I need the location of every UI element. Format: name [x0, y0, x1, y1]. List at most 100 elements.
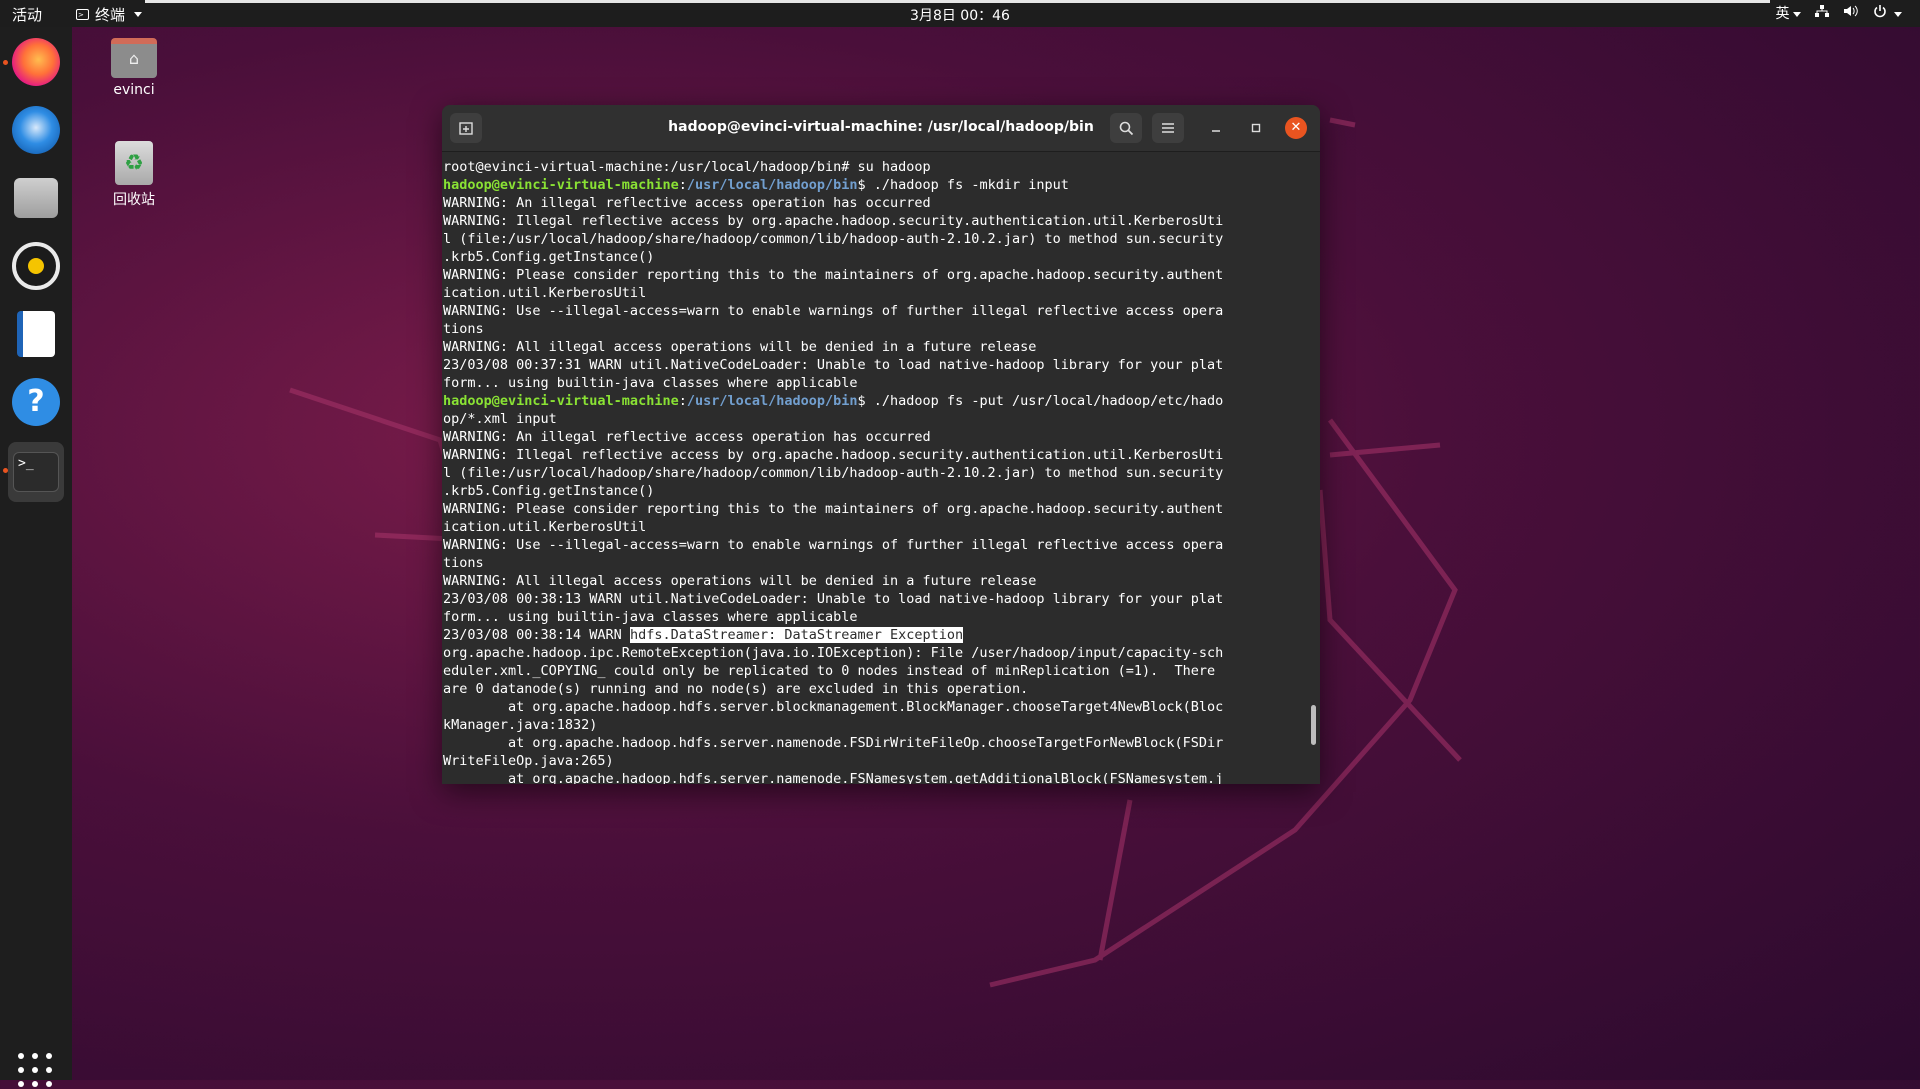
desktop-home-label: evinci [113, 82, 155, 98]
terminal-scrollbar[interactable] [1311, 705, 1316, 745]
terminal-window[interactable]: hadoop@evinci-virtual-machine: /usr/loca… [442, 105, 1320, 784]
window-title-container: hadoop@evinci-virtual-machine: /usr/loca… [442, 119, 1320, 135]
input-method-indicator[interactable]: 英 [1776, 3, 1801, 23]
terminal-line: WARNING: Illegal reflective access by or… [443, 213, 1224, 229]
terminal-line: eduler.xml._COPYING_ could only be repli… [443, 663, 1216, 679]
dock-firefox[interactable] [8, 34, 64, 90]
input-method-label: 英 [1775, 6, 1790, 22]
terminal-line: form... using builtin-java classes where… [443, 609, 858, 625]
terminal-line: at org.apache.hadoop.hdfs.server.namenod… [443, 735, 1224, 751]
terminal-line: WARNING: All illegal access operations w… [443, 573, 1037, 589]
terminal-line: l (file:/usr/local/hadoop/share/hadoop/c… [443, 465, 1224, 481]
new-tab-icon [459, 122, 473, 135]
dock: ? >_ [0, 27, 72, 1087]
maximize-button[interactable] [1240, 113, 1272, 143]
dock-writer[interactable] [8, 306, 64, 362]
menu-button[interactable] [1152, 113, 1184, 143]
volume-icon[interactable] [1843, 4, 1859, 22]
terminal-line: at org.apache.hadoop.hdfs.server.namenod… [443, 771, 1224, 784]
terminal-line: .krb5.Config.getInstance() [443, 483, 655, 499]
terminal-line: org.apache.hadoop.ipc.RemoteException(ja… [443, 645, 1224, 661]
terminal-line: WARNING: Illegal reflective access by or… [443, 447, 1224, 463]
search-icon [1119, 121, 1133, 135]
chevron-down-icon [1894, 11, 1902, 17]
desktop-trash-label: 回收站 [113, 192, 155, 208]
top-bar-highlight [145, 0, 1770, 3]
terminal-prompt-line: hadoop@evinci-virtual-machine:/usr/local… [443, 176, 1308, 194]
prompt-separator: : [678, 177, 687, 193]
minimize-icon [1212, 130, 1220, 132]
network-icon[interactable] [1814, 4, 1829, 22]
show-applications-button[interactable] [18, 1053, 54, 1089]
prompt-user-host: hadoop@evinci-virtual-machine [443, 393, 679, 409]
power-menu[interactable] [1873, 4, 1902, 22]
terminal-line: 23/03/08 00:38:14 WARN hdfs.DataStreamer… [443, 626, 1308, 644]
terminal-line: kManager.java:1832) [443, 717, 598, 733]
close-icon: ✕ [1285, 117, 1307, 139]
terminal-titlebar[interactable]: hadoop@evinci-virtual-machine: /usr/loca… [442, 105, 1320, 152]
terminal-line: WARNING: Use --illegal-access=warn to en… [443, 303, 1224, 319]
terminal-line: .krb5.Config.getInstance() [443, 249, 655, 265]
prompt-user-host: hadoop@evinci-virtual-machine [443, 177, 679, 193]
desktop-trash[interactable]: ♻ 回收站 [89, 141, 179, 209]
app-menu-label: 终端 [95, 6, 126, 24]
top-bar: 活动 > 终端 3月8日 00：46 英 [0, 0, 1920, 27]
minimize-button[interactable] [1200, 113, 1232, 143]
terminal-line: root@evinci-virtual-machine:/usr/local/h… [443, 159, 931, 175]
clock-container: 3月8日 00：46 [0, 5, 1920, 25]
dock-thunderbird[interactable] [8, 102, 64, 158]
hamburger-icon [1162, 123, 1174, 133]
activities-button[interactable]: 活动 [12, 4, 42, 25]
dock-terminal[interactable]: >_ [8, 442, 64, 502]
terminal-line: op/*.xml input [443, 411, 557, 427]
prompt-path: /usr/local/hadoop/bin [686, 393, 858, 409]
desktop-home-folder[interactable]: ⌂ evinci [89, 38, 179, 98]
terminal-icon: >_ [13, 452, 59, 492]
terminal-line: at org.apache.hadoop.hdfs.server.blockma… [443, 699, 1224, 715]
terminal-output[interactable]: root@evinci-virtual-machine:/usr/local/h… [442, 152, 1308, 784]
terminal-line: l (file:/usr/local/hadoop/share/hadoop/c… [443, 231, 1224, 247]
power-icon [1873, 5, 1886, 18]
dock-files[interactable] [8, 170, 64, 226]
chevron-down-icon [1792, 11, 1801, 17]
dock-rhythmbox[interactable] [8, 238, 64, 294]
prompt-command: $ ./hadoop fs -mkdir input [857, 177, 1069, 193]
log-prefix: 23/03/08 00:38:14 WARN [443, 627, 630, 643]
terminal-icon: > [76, 9, 89, 20]
terminal-line: WARNING: Please consider reporting this … [443, 501, 1224, 517]
system-tray: 英 [1776, 3, 1902, 23]
trash-icon: ♻ [115, 141, 153, 185]
terminal-prompt-line: hadoop@evinci-virtual-machine:/usr/local… [443, 392, 1308, 410]
terminal-line: WARNING: Please consider reporting this … [443, 267, 1224, 283]
terminal-line: WARNING: Use --illegal-access=warn to en… [443, 537, 1224, 553]
terminal-line: are 0 datanode(s) running and no node(s)… [443, 681, 1029, 697]
new-tab-button[interactable] [450, 113, 482, 143]
prompt-separator: : [678, 393, 687, 409]
terminal-line: form... using builtin-java classes where… [443, 375, 858, 391]
writer-icon [17, 311, 55, 357]
files-icon [14, 178, 58, 218]
thunderbird-icon [12, 106, 60, 154]
firefox-icon [12, 38, 60, 86]
rhythmbox-icon [12, 242, 60, 290]
terminal-line: tions [443, 321, 484, 337]
terminal-line: ication.util.KerberosUtil [443, 519, 647, 535]
clock[interactable]: 3月8日 00：46 [910, 8, 1010, 24]
prompt-command: $ ./hadoop fs -put /usr/local/hadoop/etc… [857, 393, 1224, 409]
close-button[interactable]: ✕ [1280, 113, 1312, 143]
search-button[interactable] [1110, 113, 1142, 143]
terminal-line: WriteFileOp.java:265) [443, 753, 614, 769]
selected-text[interactable]: hdfs.DataStreamer: DataStreamer Exceptio… [629, 627, 964, 643]
terminal-line: WARNING: An illegal reflective access op… [443, 195, 931, 211]
terminal-line: WARNING: An illegal reflective access op… [443, 429, 931, 445]
terminal-line: ication.util.KerberosUtil [443, 285, 647, 301]
terminal-line: WARNING: All illegal access operations w… [443, 339, 1037, 355]
maximize-icon [1251, 123, 1261, 133]
app-menu[interactable]: > 终端 [76, 4, 143, 25]
window-title: hadoop@evinci-virtual-machine: /usr/loca… [668, 119, 1094, 135]
dock-help[interactable]: ? [8, 374, 64, 430]
terminal-line: 23/03/08 00:37:31 WARN util.NativeCodeLo… [443, 357, 1224, 373]
help-icon: ? [12, 378, 60, 426]
terminal-line: 23/03/08 00:38:13 WARN util.NativeCodeLo… [443, 591, 1224, 607]
chevron-down-icon [134, 12, 143, 17]
